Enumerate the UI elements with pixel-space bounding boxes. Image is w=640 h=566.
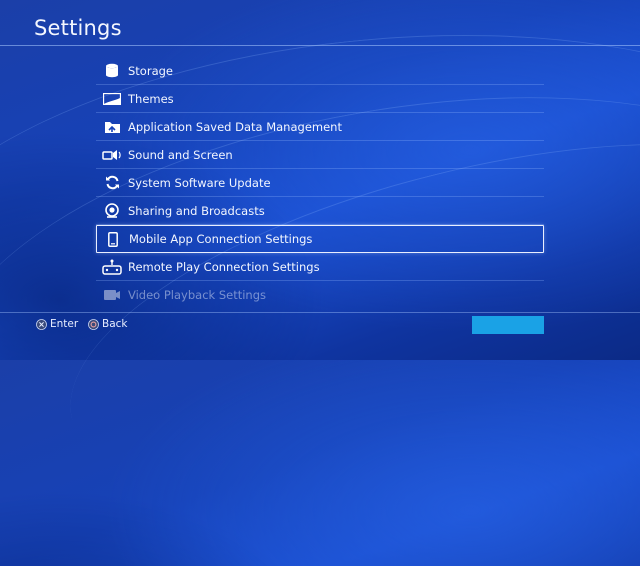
mobile-icon: [102, 230, 124, 248]
settings-menu: Storage Themes Application Saved Data Ma…: [96, 57, 544, 309]
menu-item-themes[interactable]: Themes: [96, 85, 544, 113]
enter-hint[interactable]: Enter: [36, 318, 78, 330]
page-title: Settings: [34, 16, 122, 40]
menu-item-label: Application Saved Data Management: [128, 119, 342, 134]
menu-item-label: Remote Play Connection Settings: [128, 259, 320, 274]
back-label: Back: [102, 318, 128, 330]
enter-label: Enter: [50, 318, 79, 330]
menu-item-label: Themes: [128, 91, 174, 106]
menu-item-sound-screen[interactable]: Sound and Screen: [96, 141, 544, 169]
menu-item-label: Mobile App Connection Settings: [129, 232, 313, 246]
menu-item-mobile-app-connection[interactable]: Mobile App Connection Settings: [96, 225, 544, 253]
saved-data-icon: [101, 118, 123, 136]
sharing-icon: [101, 202, 123, 220]
cross-button-icon: [36, 318, 47, 330]
menu-item-video-playback[interactable]: Video Playback Settings: [96, 281, 544, 309]
update-icon: [101, 174, 123, 192]
title-divider: [0, 45, 640, 46]
circle-button-icon: [88, 318, 99, 330]
menu-item-software-update[interactable]: System Software Update: [96, 169, 544, 197]
status-accent-bar: [472, 316, 544, 334]
menu-item-label: Sound and Screen: [128, 147, 233, 162]
storage-icon: [101, 62, 123, 80]
video-playback-icon: [101, 286, 123, 304]
menu-item-label: Video Playback Settings: [128, 288, 267, 302]
remote-play-icon: [101, 258, 123, 276]
footer-divider: [0, 312, 640, 313]
menu-item-storage[interactable]: Storage: [96, 57, 544, 85]
sound-screen-icon: [101, 146, 123, 164]
menu-item-label: Sharing and Broadcasts: [128, 203, 265, 218]
menu-item-remote-play[interactable]: Remote Play Connection Settings: [96, 253, 544, 281]
menu-item-label: Storage: [128, 63, 173, 78]
menu-item-saved-data[interactable]: Application Saved Data Management: [96, 113, 544, 141]
themes-icon: [101, 90, 123, 108]
menu-item-label: System Software Update: [128, 175, 271, 190]
menu-item-sharing[interactable]: Sharing and Broadcasts: [96, 197, 544, 225]
back-hint[interactable]: Back: [88, 318, 128, 330]
